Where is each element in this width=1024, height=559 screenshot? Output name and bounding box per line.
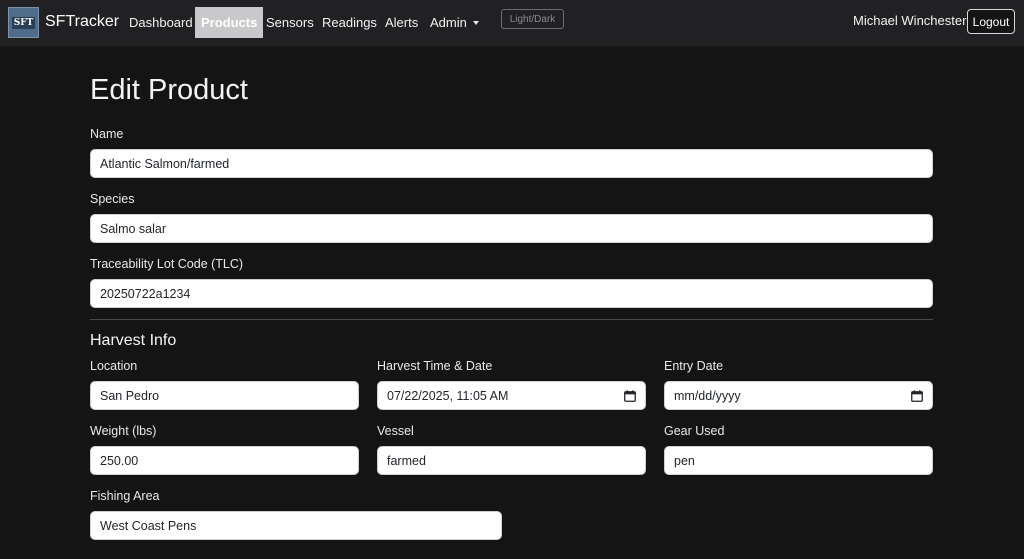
section-divider — [90, 319, 933, 320]
calendar-icon[interactable] — [624, 389, 636, 402]
name-input[interactable]: Atlantic Salmon/farmed — [90, 149, 933, 178]
nav-products[interactable]: Products — [195, 7, 264, 38]
species-input[interactable]: Salmo salar — [90, 214, 933, 243]
vessel-input[interactable]: farmed — [377, 446, 646, 475]
harvest-time-input[interactable]: 07/22/2025, 11:05 AM — [377, 381, 646, 410]
nav-alerts[interactable]: Alerts — [385, 7, 418, 38]
page-title: Edit Product — [90, 74, 248, 106]
entry-date-label: Entry Date — [664, 359, 724, 373]
location-label: Location — [90, 359, 138, 373]
calendar-icon[interactable] — [911, 389, 923, 402]
harvest-time-value: 07/22/2025, 11:05 AM — [387, 388, 509, 403]
fishing-area-input[interactable]: West Coast Pens — [90, 511, 502, 540]
nav-admin-dropdown[interactable]: Admin — [430, 7, 479, 38]
location-input[interactable]: San Pedro — [90, 381, 359, 410]
weight-label: Weight (lbs) — [90, 424, 157, 438]
entry-date-input[interactable]: mm/dd/yyyy — [664, 381, 933, 410]
gear-input[interactable]: pen — [664, 446, 933, 475]
chevron-down-icon — [472, 21, 479, 25]
name-value: Atlantic Salmon/farmed — [100, 156, 230, 171]
harvest-info-heading: Harvest Info — [90, 332, 177, 349]
tlc-input[interactable]: 20250722a1234 — [90, 279, 933, 308]
vessel-value: farmed — [387, 453, 426, 468]
weight-value: 250.00 — [100, 453, 139, 468]
user-name: Michael Winchester — [853, 13, 967, 28]
entry-date-value: mm/dd/yyyy — [674, 388, 741, 403]
name-label: Name — [90, 127, 124, 141]
vessel-label: Vessel — [377, 424, 414, 438]
fishing-area-label: Fishing Area — [90, 489, 160, 503]
nav-sensors[interactable]: Sensors — [266, 7, 314, 38]
brand-name[interactable]: SFTracker — [45, 13, 119, 31]
species-value: Salmo salar — [100, 221, 166, 236]
sft-logo[interactable]: SFT — [8, 7, 39, 38]
top-navbar: SFT SFTracker Dashboard Products Sensors… — [0, 0, 1024, 46]
theme-toggle-button[interactable]: Light/Dark — [501, 9, 564, 29]
logo-text: SFT — [11, 16, 36, 29]
nav-readings[interactable]: Readings — [322, 7, 377, 38]
gear-value: pen — [674, 453, 695, 468]
weight-input[interactable]: 250.00 — [90, 446, 359, 475]
species-label: Species — [90, 192, 135, 206]
location-value: San Pedro — [100, 388, 160, 403]
logout-button[interactable]: Logout — [967, 9, 1015, 34]
gear-label: Gear Used — [664, 424, 725, 438]
nav-admin-label: Admin — [430, 15, 467, 30]
tlc-value: 20250722a1234 — [100, 286, 191, 301]
nav-dashboard[interactable]: Dashboard — [129, 7, 193, 38]
fishing-area-value: West Coast Pens — [100, 518, 197, 533]
tlc-label: Traceability Lot Code (TLC) — [90, 257, 244, 271]
harvest-time-label: Harvest Time & Date — [377, 359, 493, 373]
